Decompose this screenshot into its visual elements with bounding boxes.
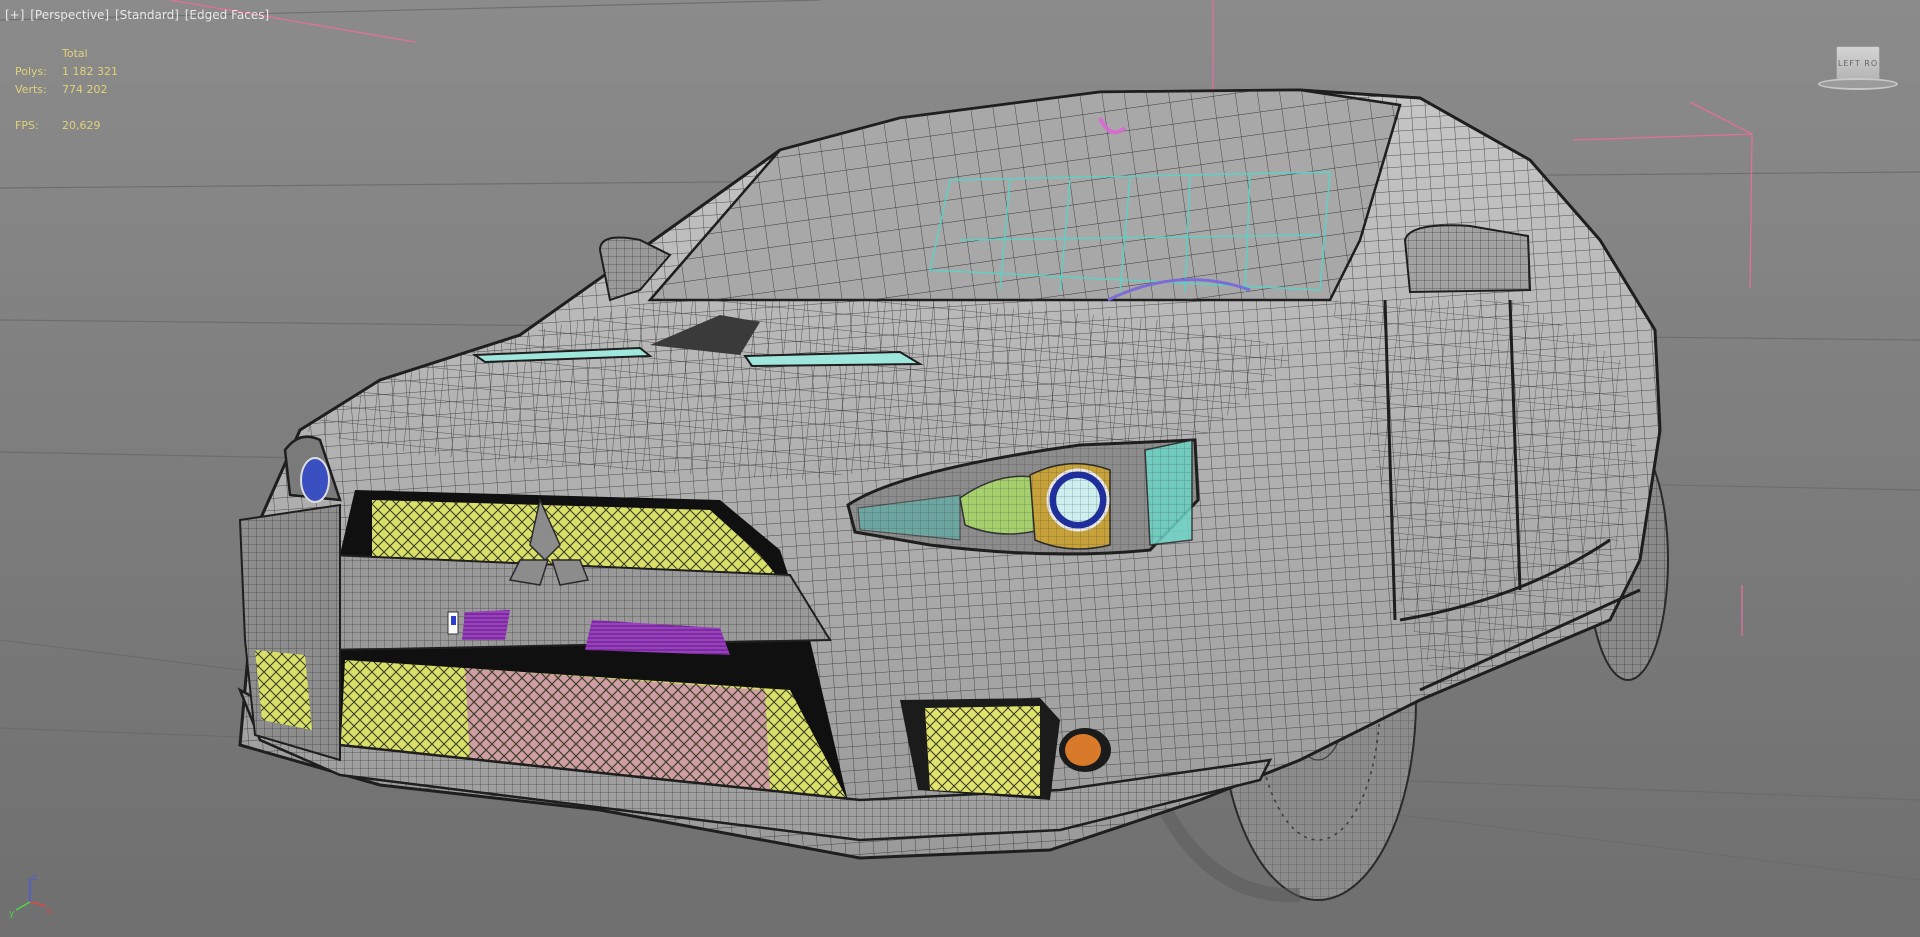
stats-verts-row: Verts: 774 202 [15,81,118,99]
stats-verts-label: Verts: [15,83,47,96]
axis-tripod-icon: z x y [9,873,52,918]
stats-verts-value: 774 202 [62,83,108,96]
perspective-viewport[interactable]: [+] [Perspective] [Standard] [Edged Face… [0,0,1920,937]
stats-fps-value: 20,629 [62,119,101,132]
car-wireframe-scene [0,0,1920,903]
stats-polys-row: Polys: 1 182 321 [15,63,118,81]
viewport-camera-menu[interactable]: [Perspective] [29,8,110,22]
stats-polys-label: Polys: [15,65,47,78]
stats-fps-row: FPS: 20,629 [15,117,118,135]
stats-gap [15,99,118,117]
stats-header: Total [62,47,88,60]
viewcube-face[interactable]: LEFT RO [1836,46,1880,80]
stats-polys-value: 1 182 321 [62,65,118,78]
viewcube-compass-ring[interactable] [1818,78,1898,90]
viewport-display-mode-menu[interactable]: [Edged Faces] [184,8,270,22]
axis-y-label: y [9,909,15,918]
axis-x-label: x [46,907,52,917]
viewcube[interactable]: LEFT RO [1818,46,1898,90]
viewport-label-menu: [+] [Perspective] [Standard] [Edged Face… [4,8,270,22]
viewport-shading-standard-menu[interactable]: [Standard] [114,8,180,22]
axis-z-label: z [32,873,37,883]
stats-fps-label: FPS: [15,119,39,132]
viewport-plus-menu[interactable]: [+] [4,8,25,22]
viewport-statistics: Total Polys: 1 182 321 Verts: 774 202 FP… [15,45,118,135]
